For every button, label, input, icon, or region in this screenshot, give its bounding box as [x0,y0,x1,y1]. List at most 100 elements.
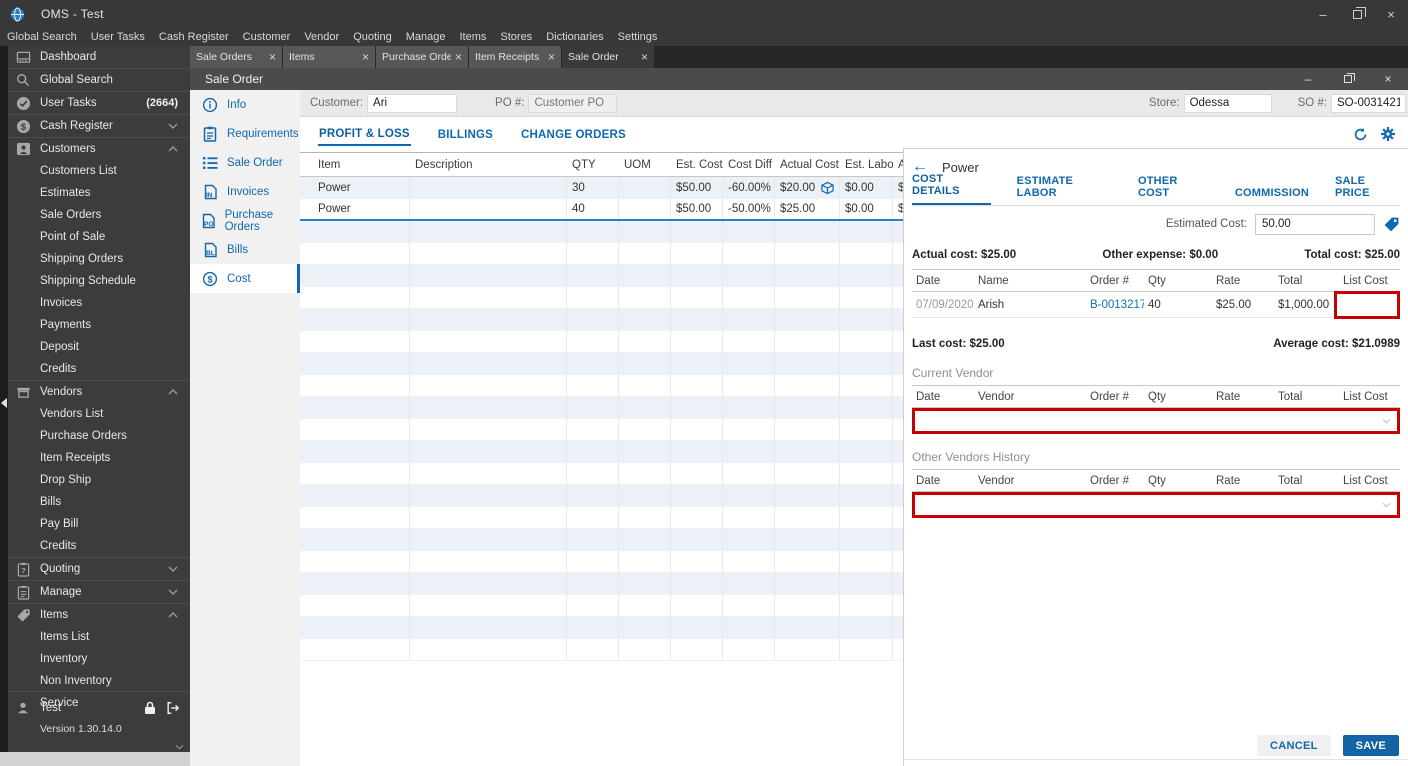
sidebar-item-user-tasks[interactable]: User Tasks (2664) [8,92,190,114]
document-tab[interactable]: Sale Orders × [190,46,282,68]
table-row-empty[interactable] [300,265,953,287]
store-input[interactable] [1183,93,1272,113]
panel-tab[interactable]: COST DETAILS [912,173,991,205]
restore-icon[interactable] [1340,0,1374,28]
menu-item[interactable]: Stores [493,31,539,43]
sidebar-subitem[interactable]: Item Receipts [8,447,190,469]
sidebar-subitem[interactable]: Pay Bill [8,513,190,535]
minimize-icon[interactable]: – [1288,68,1328,90]
tab-close-icon[interactable]: × [269,50,276,64]
sidebar-subitem[interactable]: Shipping Orders [8,248,190,270]
table-row-empty[interactable] [300,507,953,529]
nav-item-cost[interactable]: $ Cost [190,264,300,293]
nav-item-invoices[interactable]: IN Invoices [190,177,300,206]
so-number-input[interactable] [1331,93,1406,113]
sidebar-subitem[interactable]: Shipping Schedule [8,270,190,292]
sidebar-scroll-down-icon[interactable] [175,744,184,750]
sidebar-subitem[interactable]: Credits [8,358,190,380]
sidebar-subitem[interactable]: Inventory [8,648,190,670]
table-row[interactable]: Power 30 $50.00 -60.00% $20.00 $0.00 $0 [300,177,953,199]
document-tab[interactable]: Item Receipts × [469,46,561,68]
restore-icon[interactable] [1328,68,1368,90]
panel-tab[interactable]: OTHER COST [1138,175,1209,205]
table-row-empty[interactable] [300,375,953,397]
cost-table-row[interactable]: 07/09/2020 Arish B-0013217 40 $25.00 $1,… [912,291,1400,319]
sidebar-item-manage[interactable]: Manage [8,581,190,603]
po-input[interactable] [528,93,618,113]
tab-close-icon[interactable]: × [455,50,462,64]
estimated-cost-input[interactable] [1255,213,1375,235]
sidebar-item-customers[interactable]: Customers [8,138,190,160]
menu-item[interactable]: Quoting [346,31,399,43]
sidebar-item-cash-register[interactable]: $ Cash Register [8,115,190,137]
box-icon[interactable] [820,181,835,195]
sidebar-subitem[interactable]: Bills [8,491,190,513]
table-row-empty[interactable] [300,595,953,617]
table-row-empty[interactable] [300,639,953,661]
sidebar-subitem[interactable]: Point of Sale [8,226,190,248]
table-row-empty[interactable] [300,463,953,485]
close-icon[interactable]: × [1368,68,1408,90]
sidebar-item-global-search[interactable]: Global Search [8,69,190,91]
table-row-empty[interactable] [300,551,953,573]
refresh-icon[interactable] [1353,127,1368,142]
table-row-empty[interactable] [300,441,953,463]
table-row-empty[interactable] [300,617,953,639]
order-number-link[interactable]: B-0013217 [1086,299,1144,311]
column-header[interactable]: Description [410,159,567,171]
table-row-empty[interactable] [300,331,953,353]
panel-tab[interactable]: ESTIMATE LABOR [1017,175,1112,205]
sidebar-subitem[interactable]: Deposit [8,336,190,358]
customer-input[interactable] [367,93,458,113]
menu-item[interactable]: Vendor [297,31,346,43]
sidebar-subitem[interactable]: Items List [8,626,190,648]
column-header[interactable]: Est. Cost [671,159,723,171]
document-tab[interactable]: Purchase Orders × [376,46,468,68]
panel-tab[interactable]: SALE PRICE [1335,175,1400,205]
tab-close-icon[interactable]: × [362,50,369,64]
sidebar-subitem[interactable]: Vendors List [8,403,190,425]
nav-item-purchase-orders[interactable]: PO Purchase Orders [190,206,300,235]
sidebar-subitem[interactable]: Estimates [8,182,190,204]
column-header[interactable]: Cost Diff [723,159,775,171]
table-row-empty[interactable] [300,221,953,243]
menu-item[interactable]: Settings [611,31,665,43]
column-header[interactable]: QTY [567,159,619,171]
menu-item[interactable]: Cash Register [152,31,236,43]
tab-close-icon[interactable]: × [641,50,648,64]
save-button[interactable]: SAVE [1342,735,1399,756]
minimize-icon[interactable]: – [1306,0,1340,28]
column-header[interactable]: Actual Cost [775,159,840,171]
table-row-empty[interactable] [300,353,953,375]
menu-item[interactable]: Items [452,31,493,43]
sidebar-subitem[interactable]: Non Inventory [8,670,190,692]
sidebar-collapse-strip[interactable] [0,46,8,766]
sidebar-item-items[interactable]: Items [8,604,190,626]
table-row-empty[interactable] [300,309,953,331]
sidebar-item-vendors[interactable]: Vendors [8,381,190,403]
logout-icon[interactable] [166,701,180,715]
column-header[interactable]: UOM [619,159,671,171]
content-tab[interactable]: BILLINGS [437,125,494,145]
document-tab[interactable]: Sale Order × [562,46,654,68]
sidebar-subitem[interactable]: Customers List [8,160,190,182]
sidebar-subitem[interactable]: Invoices [8,292,190,314]
nav-item-sale-order[interactable]: Sale Order [190,148,300,177]
price-tag-icon[interactable] [1383,216,1400,233]
sidebar-item-dashboard[interactable]: Dashboard [8,46,190,68]
column-header[interactable]: Item [300,159,410,171]
sidebar-subitem[interactable]: Purchase Orders [8,425,190,447]
nav-item-bills[interactable]: BL Bills [190,235,300,264]
menu-item[interactable]: Manage [399,31,453,43]
sidebar-subitem[interactable]: Drop Ship [8,469,190,491]
other-vendors-empty-row-highlighted[interactable] [912,492,1400,518]
sidebar-subitem[interactable]: Payments [8,314,190,336]
table-row-empty[interactable] [300,419,953,441]
column-header[interactable]: Est. Labor [840,159,893,171]
menu-item[interactable]: User Tasks [84,31,152,43]
table-row-empty[interactable] [300,573,953,595]
lock-icon[interactable] [144,701,156,715]
menu-item[interactable]: Global Search [0,31,84,43]
current-vendor-empty-row-highlighted[interactable] [912,408,1400,434]
table-row-empty[interactable] [300,243,953,265]
